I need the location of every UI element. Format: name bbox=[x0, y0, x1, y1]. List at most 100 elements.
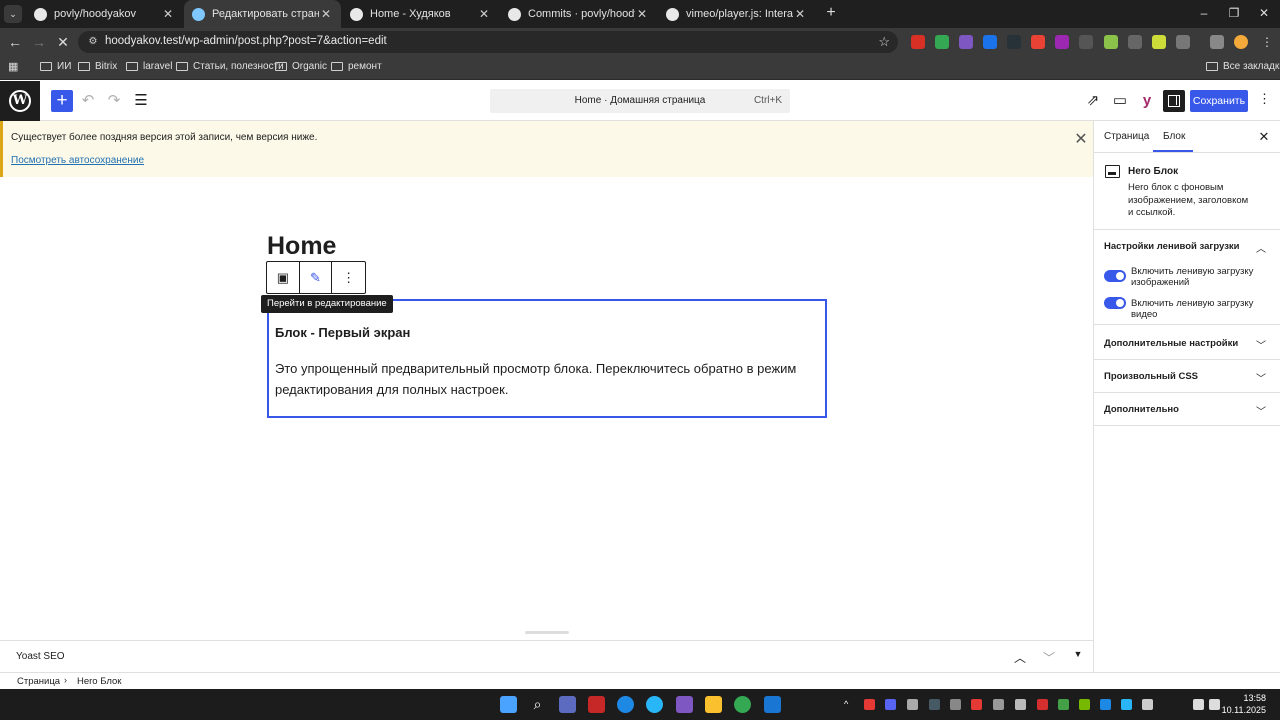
undo-icon[interactable]: ↶ bbox=[78, 91, 98, 111]
custom-css-panel-header[interactable]: Произвольный CSS bbox=[1104, 371, 1270, 382]
close-icon[interactable]: ✕ bbox=[161, 7, 175, 21]
extension-icon[interactable] bbox=[1079, 35, 1093, 49]
extension-icon[interactable] bbox=[1055, 35, 1069, 49]
save-button[interactable]: Сохранить bbox=[1190, 90, 1248, 112]
extensions-puzzle-icon[interactable] bbox=[1176, 35, 1190, 49]
device-preview-icon[interactable]: ▭ bbox=[1110, 91, 1130, 111]
browser-tab[interactable]: Home - Худяков ✕ bbox=[342, 0, 499, 28]
bluetooth-icon[interactable] bbox=[1100, 699, 1111, 710]
filezilla-icon[interactable] bbox=[588, 696, 605, 713]
lazy-images-toggle[interactable] bbox=[1104, 270, 1126, 282]
tray-icon[interactable] bbox=[993, 699, 1004, 710]
tab-search-icon[interactable]: ⌄ bbox=[4, 5, 22, 23]
telegram-tray-icon[interactable] bbox=[1121, 699, 1132, 710]
tab-block[interactable]: Блок bbox=[1163, 131, 1185, 142]
profile-avatar[interactable] bbox=[1234, 35, 1248, 49]
discord-icon[interactable] bbox=[885, 699, 896, 710]
app-icon[interactable] bbox=[676, 696, 693, 713]
microphone-icon[interactable] bbox=[1142, 699, 1153, 710]
shield-extension-icon[interactable] bbox=[935, 35, 949, 49]
close-icon[interactable]: ✕ bbox=[635, 7, 649, 21]
collapse-arrow-icon[interactable]: ▼ bbox=[1071, 649, 1085, 659]
new-tab-icon[interactable]: + bbox=[822, 4, 840, 22]
extension-icon[interactable] bbox=[1128, 35, 1142, 49]
metabox-resize-handle[interactable] bbox=[525, 631, 569, 634]
browser-tab[interactable]: vimeo/player.js: Interact with an ✕ bbox=[658, 0, 815, 28]
options-menu-icon[interactable]: ⋮ bbox=[1258, 91, 1271, 107]
yoast-icon[interactable]: y bbox=[1137, 91, 1157, 111]
minimize-icon[interactable]: – bbox=[1194, 6, 1214, 20]
bookmark-folder[interactable]: ремонт bbox=[331, 61, 382, 72]
redo-icon[interactable]: ↷ bbox=[104, 91, 124, 111]
close-icon[interactable]: ✕ bbox=[793, 7, 807, 21]
restore-icon[interactable]: ❐ bbox=[1224, 6, 1244, 20]
tray-icon[interactable] bbox=[907, 699, 918, 710]
forward-icon[interactable]: → bbox=[30, 33, 48, 51]
stop-loading-icon[interactable]: ✕ bbox=[54, 33, 72, 51]
chevron-up-icon[interactable]: ︿ bbox=[1013, 649, 1027, 666]
bookmark-folder[interactable]: Organic bbox=[275, 61, 327, 72]
tray-icon[interactable] bbox=[971, 699, 982, 710]
tray-overflow-icon[interactable]: ^ bbox=[844, 699, 855, 710]
extension-icon[interactable] bbox=[1031, 35, 1045, 49]
browser-tab[interactable]: povly/hoodyakov ✕ bbox=[26, 0, 183, 28]
steam-icon[interactable] bbox=[929, 699, 940, 710]
back-icon[interactable]: ← bbox=[6, 33, 24, 51]
tray-icon[interactable] bbox=[864, 699, 875, 710]
advanced-panel-header[interactable]: Дополнительно bbox=[1104, 404, 1270, 415]
all-bookmarks[interactable]: Все закладки bbox=[1206, 61, 1280, 72]
site-info-icon[interactable]: ⚙ bbox=[86, 35, 100, 49]
adblock-extension-icon[interactable] bbox=[911, 35, 925, 49]
vscode-icon[interactable] bbox=[764, 696, 781, 713]
lazy-load-panel-header[interactable]: Настройки ленивой загрузки bbox=[1104, 241, 1270, 252]
close-icon[interactable]: ✕ bbox=[1073, 129, 1089, 149]
file-explorer-icon[interactable] bbox=[705, 696, 722, 713]
bookmark-folder[interactable]: Bitrix bbox=[78, 61, 117, 72]
tray-icon[interactable] bbox=[1037, 699, 1048, 710]
chevron-down-icon[interactable]: ﹀ bbox=[1255, 403, 1267, 418]
chevron-up-icon[interactable]: ︿ bbox=[1255, 240, 1267, 255]
close-icon[interactable]: ✕ bbox=[477, 7, 491, 21]
chevron-down-icon[interactable]: ﹀ bbox=[1255, 337, 1267, 352]
network-icon[interactable] bbox=[1193, 699, 1204, 710]
bookmark-folder[interactable]: Статьи, полезности bbox=[176, 61, 284, 72]
document-overview-icon[interactable]: ☰ bbox=[131, 91, 151, 111]
block-type-icon[interactable]: ▣ bbox=[267, 262, 300, 293]
tray-icon[interactable] bbox=[1015, 699, 1026, 710]
extra-settings-panel-header[interactable]: Дополнительные настройки bbox=[1104, 338, 1270, 349]
reading-list-icon[interactable] bbox=[1210, 35, 1224, 49]
close-sidebar-icon[interactable]: ✕ bbox=[1258, 129, 1270, 145]
extension-icon[interactable] bbox=[983, 35, 997, 49]
seo-extension-icon[interactable] bbox=[1007, 35, 1021, 49]
chrome-icon[interactable] bbox=[734, 696, 751, 713]
address-bar[interactable]: ⚙ hoodyakov.test/wp-admin/post.php?post=… bbox=[78, 31, 898, 53]
chevron-down-icon[interactable]: ﹀ bbox=[1042, 649, 1056, 666]
nvidia-icon[interactable] bbox=[1079, 699, 1090, 710]
breadcrumb-page[interactable]: Страница bbox=[17, 676, 60, 687]
system-clock[interactable]: 13:58 10.11.2025 bbox=[1222, 692, 1266, 716]
page-title[interactable]: Home bbox=[267, 232, 336, 261]
close-icon[interactable]: ✕ bbox=[319, 7, 333, 21]
phpstorm-icon[interactable] bbox=[559, 696, 576, 713]
extension-icon[interactable] bbox=[959, 35, 973, 49]
telegram-icon[interactable] bbox=[646, 696, 663, 713]
command-palette-bar[interactable]: Home · Домашняя страница Ctrl+K bbox=[490, 89, 790, 113]
tray-icon[interactable] bbox=[1058, 699, 1069, 710]
lazy-video-toggle[interactable] bbox=[1104, 297, 1126, 309]
volume-icon[interactable] bbox=[1209, 699, 1220, 710]
apps-grid-icon[interactable]: ▦ bbox=[8, 61, 20, 73]
bookmark-folder[interactable]: ИИ bbox=[40, 61, 71, 72]
chevron-down-icon[interactable]: ﹀ bbox=[1255, 370, 1267, 385]
extension-icon[interactable] bbox=[1104, 35, 1118, 49]
browser-menu-icon[interactable]: ⋮ bbox=[1260, 35, 1274, 49]
view-autosave-link[interactable]: Посмотреть автосохранение bbox=[11, 155, 144, 166]
window-close-icon[interactable]: ✕ bbox=[1254, 6, 1274, 20]
settings-sidebar-toggle[interactable] bbox=[1163, 90, 1185, 112]
hero-block-preview[interactable]: Блок - Первый экран Это упрощенный предв… bbox=[267, 299, 827, 418]
yoast-seo-label[interactable]: Yoast SEO bbox=[16, 651, 65, 662]
edge-icon[interactable] bbox=[617, 696, 634, 713]
tab-page[interactable]: Страница bbox=[1104, 131, 1149, 142]
bookmark-star-icon[interactable]: ☆ bbox=[878, 34, 890, 50]
extension-icon[interactable] bbox=[1152, 35, 1166, 49]
browser-tab[interactable]: Commits · povly/hoodyakov ✕ bbox=[500, 0, 657, 28]
